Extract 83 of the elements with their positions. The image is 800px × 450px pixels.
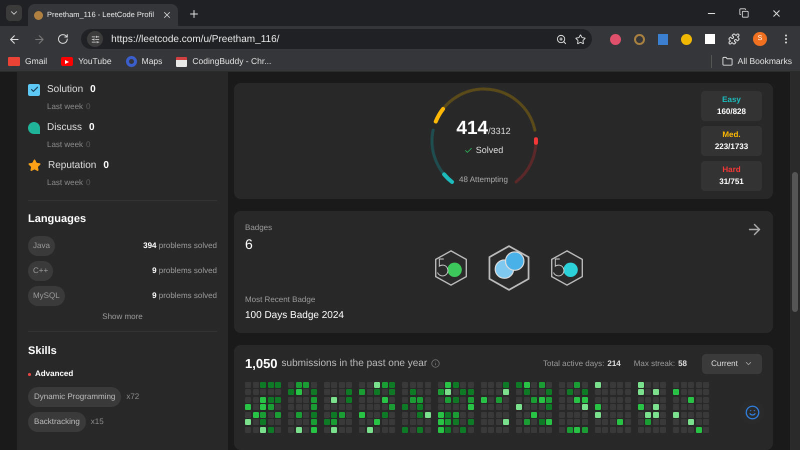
- all-bookmarks-link[interactable]: All Bookmarks: [710, 55, 792, 68]
- last-week-label: Last week: [47, 177, 84, 189]
- badges-label: Badges: [245, 222, 272, 234]
- page-icon: [176, 56, 188, 66]
- max-streak-value: 58: [678, 358, 687, 370]
- language-tag: MySQL: [28, 286, 65, 306]
- problems-solved-count: 9 problems solved: [152, 264, 217, 276]
- difficulty-label: Med.: [722, 129, 741, 142]
- difficulty-label: Hard: [722, 164, 741, 176]
- url-text: https://leetcode.com/u/Preetham_116/: [111, 32, 280, 46]
- solved-count: 414: [456, 117, 488, 142]
- extension-icon[interactable]: [658, 34, 668, 44]
- checkbox-icon: [28, 84, 40, 96]
- difficulty-value: 160/828: [717, 106, 746, 118]
- bookmark-link[interactable]: Maps: [126, 55, 162, 68]
- info-icon[interactable]: [431, 359, 440, 368]
- skill-count: x15: [90, 416, 104, 428]
- language-tag: Java: [28, 236, 55, 256]
- new-tab-icon[interactable]: [188, 8, 200, 20]
- problems-solved-count: 9 problems solved: [152, 290, 217, 302]
- period-dropdown[interactable]: Current: [702, 354, 762, 374]
- skill-tag: Dynamic Programming: [28, 387, 122, 407]
- last-week-label: Last week: [47, 101, 84, 113]
- recent-badge-name: 100 Days Badge 2024: [245, 308, 345, 323]
- skill-tag: Backtracking: [28, 412, 86, 432]
- bookmark-link[interactable]: Gmail: [8, 55, 48, 68]
- mail-icon: [8, 57, 20, 66]
- extension-icon[interactable]: [634, 34, 645, 44]
- bookmark-link[interactable]: CodingBuddy - Chr...: [176, 55, 272, 68]
- extension-icon[interactable]: [610, 34, 621, 44]
- site-logo-icon: [34, 10, 43, 20]
- tab-search-button[interactable]: [6, 5, 22, 21]
- last-week-label: Last week: [47, 139, 84, 151]
- problems-solved-count: 394 problems solved: [143, 240, 217, 252]
- active-days-label: Total active days:: [543, 358, 604, 370]
- stat-label: Reputation: [48, 159, 96, 173]
- folder-icon: [722, 56, 733, 67]
- skill-count: x72: [126, 391, 140, 403]
- stat-label: Solution: [47, 83, 84, 97]
- chat-icon: [28, 122, 40, 134]
- skill-level: Advanced: [35, 368, 74, 380]
- difficulty-value: 31/751: [719, 176, 744, 188]
- hexagon-badge-icon: [486, 245, 532, 292]
- extension-icon[interactable]: [681, 34, 692, 44]
- language-tag: C++: [28, 260, 54, 280]
- difficulty-value: 223/1733: [714, 141, 748, 154]
- close-icon[interactable]: [771, 8, 782, 19]
- hexagon-badge-icon: [548, 250, 584, 286]
- badges-count: 6: [245, 235, 253, 254]
- back-icon[interactable]: [8, 32, 21, 46]
- attempting-label: 48 Attempting: [459, 174, 508, 186]
- globe-icon: [126, 56, 137, 67]
- active-days-value: 214: [607, 358, 621, 370]
- play-icon: [61, 57, 74, 66]
- extensions-icon[interactable]: [728, 33, 740, 45]
- section-title: Skills: [28, 344, 58, 358]
- show-more-button[interactable]: Show more: [102, 310, 143, 322]
- close-icon[interactable]: [162, 10, 172, 20]
- site-settings-icon[interactable]: [90, 34, 100, 44]
- stat-value: 0: [90, 83, 96, 97]
- reload-icon[interactable]: [57, 33, 70, 45]
- star-icon: [28, 159, 41, 172]
- total-count: /3312: [488, 125, 511, 138]
- submission-count: 1,050: [245, 355, 278, 374]
- solved-label: Solved: [476, 144, 504, 157]
- hexagon-badge-icon: [432, 250, 468, 286]
- forward-icon[interactable]: [32, 32, 46, 46]
- bullet-icon: [28, 372, 31, 376]
- max-streak-label: Max streak:: [634, 358, 676, 370]
- stat-value: 0: [103, 159, 109, 173]
- zoom-icon[interactable]: [556, 34, 567, 44]
- bookmark-link[interactable]: YouTube: [61, 55, 112, 68]
- section-title: Languages: [28, 212, 88, 227]
- stat-value: 0: [89, 121, 95, 135]
- smiley-icon: [744, 404, 760, 420]
- bookmark-star-icon[interactable]: [575, 34, 586, 44]
- restore-icon[interactable]: [739, 8, 749, 18]
- difficulty-label: Easy: [722, 94, 741, 106]
- check-icon: [464, 146, 473, 155]
- recent-badge-label: Most Recent Badge: [245, 294, 316, 306]
- submissions-text: submissions in the past one year: [282, 357, 428, 372]
- address-bar[interactable]: https://leetcode.com/u/Preetham_116/: [81, 29, 592, 49]
- stat-label: Discuss: [47, 121, 82, 135]
